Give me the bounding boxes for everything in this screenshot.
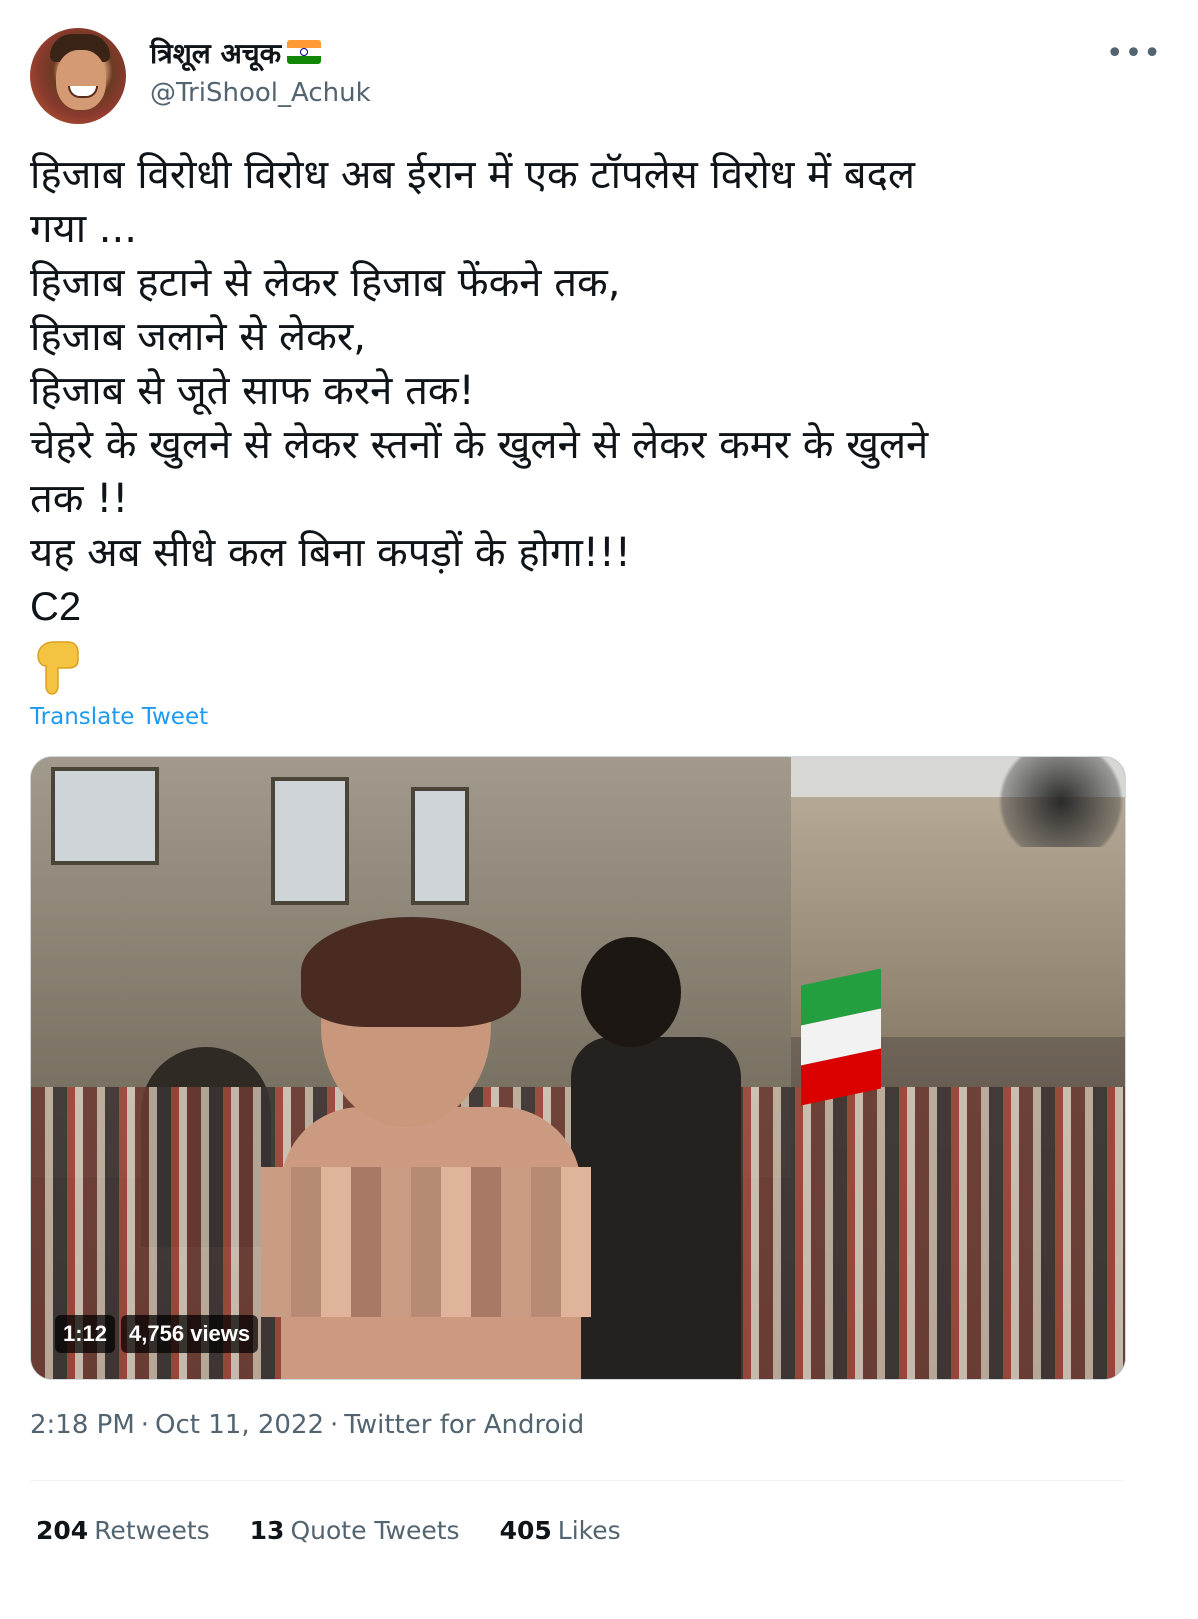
translate-tweet-link[interactable]: Translate Tweet <box>30 704 208 730</box>
tweet-line: गया ... <box>30 206 137 252</box>
meta-separator: · <box>140 1410 150 1440</box>
tweet-text: हिजाब विरोधी विरोध अब ईरान में एक टॉपलेस… <box>30 148 1140 634</box>
quote-tweets-label: Quote Tweets <box>290 1516 460 1545</box>
video-player[interactable]: 1:12 4,756 views <box>30 756 1126 1380</box>
likes-label: Likes <box>557 1516 621 1545</box>
tweet-line: हिजाब जलाने से लेकर, <box>30 314 366 360</box>
pointing-down-hand-icon <box>37 641 79 695</box>
meta-separator: · <box>330 1410 339 1440</box>
tweet-line: हिजाब विरोधी विरोध अब ईरान में एक टॉपलेस… <box>30 152 915 198</box>
tweet-date[interactable]: Oct 11, 2022 <box>155 1410 324 1440</box>
tweet-line: हिजाब हटाने से लेकर हिजाब फेंकने तक, <box>30 260 621 306</box>
video-views: 4,756 views <box>121 1315 259 1353</box>
likes-count: 405 <box>499 1516 552 1545</box>
video-frame-smoke <box>991 757 1125 847</box>
quote-tweets-stat[interactable]: 13 Quote Tweets <box>250 1516 460 1545</box>
video-frame-flag <box>801 968 881 1106</box>
video-frame-window <box>411 787 469 905</box>
censored-area <box>261 1167 591 1317</box>
tweet-time[interactable]: 2:18 PM <box>30 1410 135 1440</box>
tweet-line: चेहरे के खुलने से लेकर स्तनों के खुलने स… <box>30 422 929 468</box>
avatar-face <box>56 50 106 110</box>
avatar[interactable] <box>30 28 126 124</box>
retweets-stat[interactable]: 204 Retweets <box>36 1516 210 1545</box>
display-name[interactable]: त्रिशूल अचूक <box>150 37 281 70</box>
video-frame-window <box>51 767 159 865</box>
quote-tweets-count: 13 <box>249 1516 285 1545</box>
tweet-line: हिजाब से जूते साफ करने तक! <box>30 368 475 414</box>
tweet-source[interactable]: Twitter for Android <box>344 1410 584 1440</box>
video-duration: 1:12 <box>55 1315 116 1353</box>
tweet-line: तक !! <box>30 476 129 522</box>
video-frame-person <box>571 937 751 1379</box>
retweets-label: Retweets <box>94 1516 210 1545</box>
more-options-icon[interactable]: ••• <box>1106 36 1162 71</box>
video-badges: 1:12 4,756 views <box>55 1315 259 1353</box>
india-flag-icon <box>287 40 322 64</box>
tweet-header: त्रिशूल अचूक @TriShool_Achuk ••• <box>30 28 1170 124</box>
display-name-row[interactable]: त्रिशूल अचूक <box>150 34 322 72</box>
tweet-meta: 2:18 PM · Oct 11, 2022 · Twitter for Android <box>30 1410 584 1440</box>
user-handle[interactable]: @TriShool_Achuk <box>150 78 371 108</box>
video-frame-window <box>271 777 349 905</box>
tweet-stats: 204 Retweets 13 Quote Tweets 405 Likes <box>36 1516 621 1545</box>
likes-stat[interactable]: 405 Likes <box>500 1516 621 1545</box>
tweet-line: C2 <box>30 585 82 629</box>
divider <box>30 1480 1124 1481</box>
tweet-line: यह अब सीधे कल बिना कपड़ों के होगा!!! <box>30 530 631 576</box>
retweets-count: 204 <box>36 1516 89 1545</box>
